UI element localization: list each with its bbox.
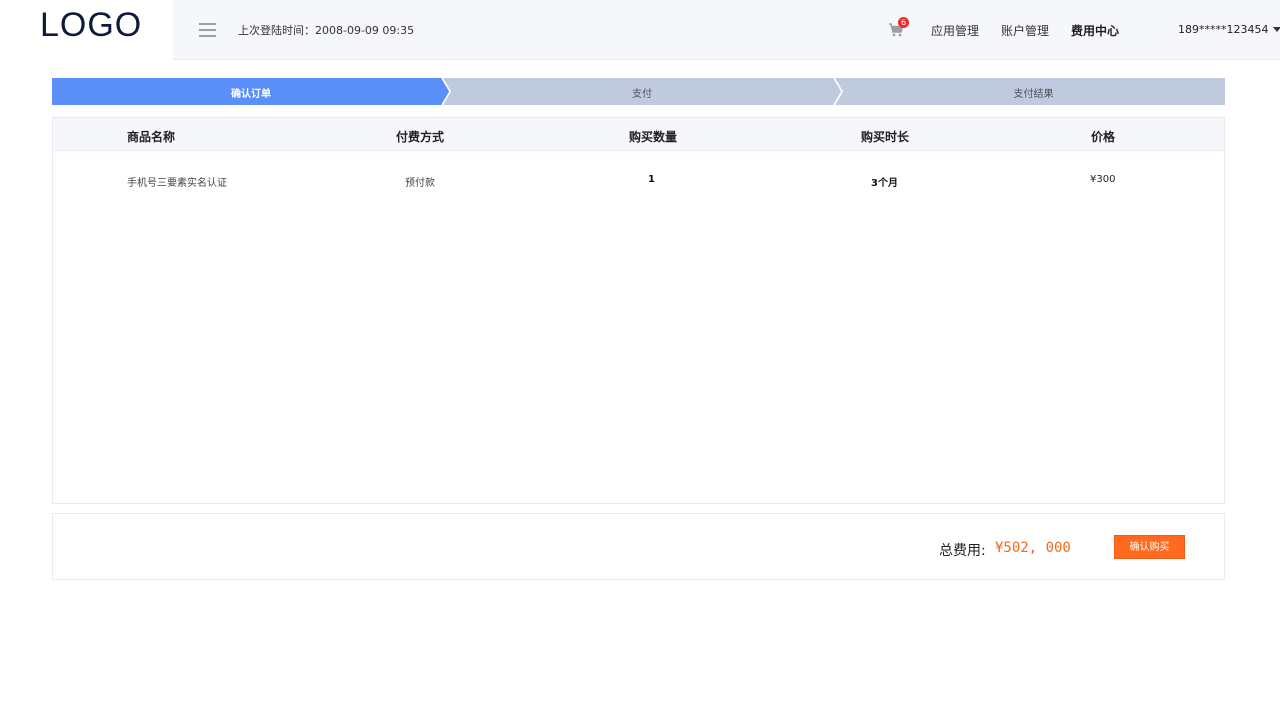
nav-app-manage[interactable]: 应用管理 <box>931 22 979 39</box>
step-confirm-order: 确认订单 <box>231 89 271 100</box>
cell-price: ¥300 <box>1090 174 1116 185</box>
col-price: 价格 <box>1091 130 1116 144</box>
user-menu[interactable]: 189*****123454 <box>1178 23 1280 36</box>
nav-billing-center[interactable]: 费用中心 <box>1071 22 1119 39</box>
logo-area: LOGO <box>0 0 173 60</box>
order-table: 商品名称 付费方式 购买数量 购买时长 价格 手机号三要素实名认证 预付款 1 … <box>52 117 1225 504</box>
user-phone: 189*****123454 <box>1178 23 1269 36</box>
cart-badge: 6 <box>898 17 909 28</box>
total-label: 总费用: <box>939 543 986 559</box>
cell-quantity: 1 <box>648 174 655 185</box>
top-header: LOGO 上次登陆时间：2008-09-09 09:35 6 应用管理 账户管理… <box>0 0 1280 60</box>
col-duration: 购买时长 <box>861 130 910 144</box>
col-quantity: 购买数量 <box>629 130 678 144</box>
order-summary: 总费用: ¥502, 000 确认购买 <box>52 513 1225 580</box>
cell-duration: 3个月 <box>871 178 898 189</box>
logo[interactable]: LOGO <box>40 6 142 45</box>
nav-account-manage[interactable]: 账户管理 <box>1001 22 1049 39</box>
total-value: ¥502, 000 <box>995 540 1071 556</box>
menu-icon[interactable] <box>199 23 216 37</box>
col-product-name: 商品名称 <box>127 130 176 144</box>
chevron-down-icon <box>1272 27 1280 32</box>
order-steps: 确认订单 支付 支付结果 <box>52 78 1225 105</box>
table-header: 商品名称 付费方式 购买数量 购买时长 价格 <box>53 118 1224 151</box>
cell-payment-method: 预付款 <box>405 178 435 189</box>
cart-button[interactable]: 6 <box>888 17 909 38</box>
cell-product-name: 手机号三要素实名认证 <box>127 178 227 189</box>
step-pay: 支付 <box>632 89 652 100</box>
col-payment-method: 付费方式 <box>396 130 445 144</box>
confirm-purchase-button[interactable]: 确认购买 <box>1114 535 1185 559</box>
last-login-time: 上次登陆时间：2008-09-09 09:35 <box>238 24 415 37</box>
step-pay-result: 支付结果 <box>1013 89 1054 100</box>
